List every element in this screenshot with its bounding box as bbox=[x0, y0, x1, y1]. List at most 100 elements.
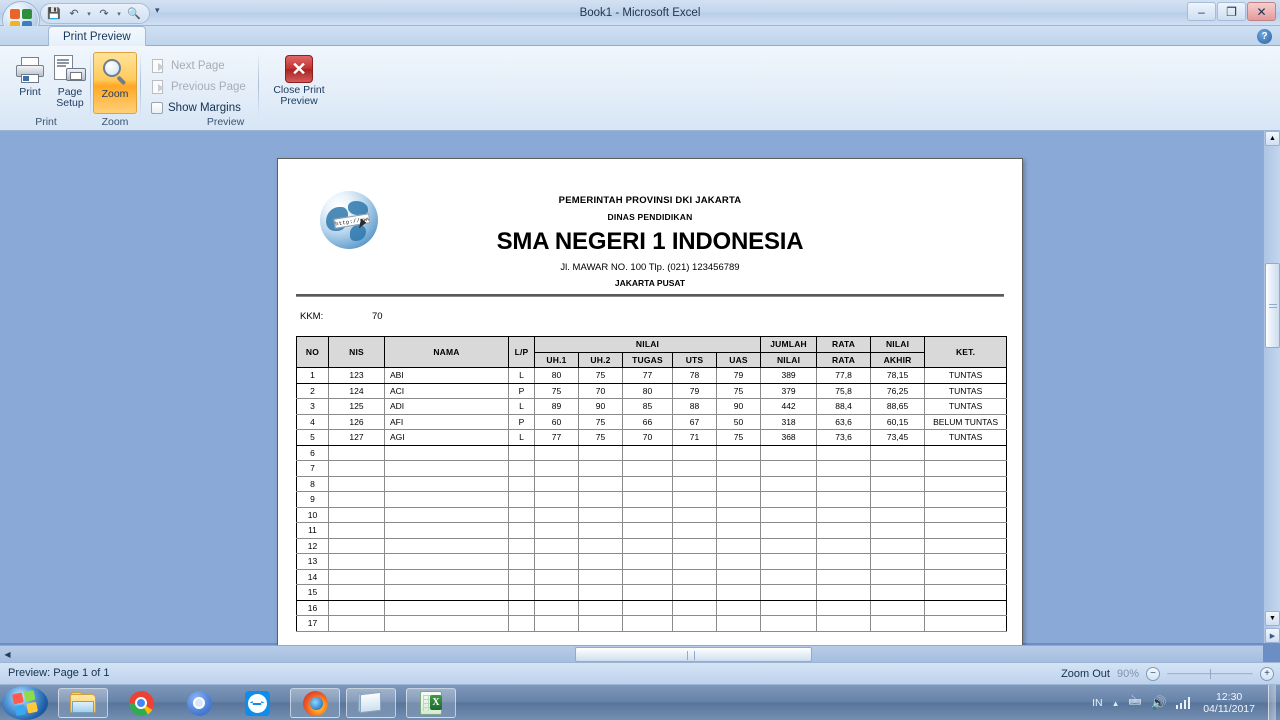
header-row-1: NO NIS NAMA L/P NILAI JUMLAH RATA NILAI … bbox=[296, 336, 1008, 368]
taskbar-firefox[interactable] bbox=[290, 688, 340, 718]
cell-no: 9 bbox=[296, 491, 329, 508]
print-button-label: Print bbox=[19, 86, 41, 98]
cell-ket: BELUM TUNTAS bbox=[924, 413, 1008, 430]
cell-nama bbox=[384, 444, 509, 461]
redo-dropdown-icon[interactable]: ▾ bbox=[115, 10, 123, 18]
taskbar-teamviewer[interactable] bbox=[232, 688, 282, 718]
close-print-preview-button[interactable]: ✕ Close Print Preview bbox=[263, 52, 335, 114]
qat-customize-icon[interactable]: ▾ bbox=[155, 5, 160, 16]
undo-dropdown-icon[interactable]: ▾ bbox=[85, 10, 93, 18]
table-row: 3 125 ADI L 89 90 85 88 90 442 88,4 88,65 TUNTAS bbox=[296, 398, 1008, 415]
preview-canvas[interactable]: http://www PEMERINTAH PROVINSI DKI JAKAR… bbox=[0, 131, 1280, 651]
doc-school-name: SMA NEGERI 1 INDONESIA bbox=[496, 228, 804, 255]
minimize-button[interactable]: – bbox=[1187, 2, 1216, 21]
zoom-minus-button[interactable]: − bbox=[1146, 667, 1160, 681]
cell-jumlah bbox=[760, 553, 818, 570]
cell-uh2: 70 bbox=[578, 382, 623, 399]
th-uh1: UH.1 bbox=[534, 351, 579, 368]
cell-no: 3 bbox=[296, 398, 329, 415]
checkbox-icon[interactable] bbox=[151, 102, 163, 114]
cell-uh2 bbox=[578, 491, 623, 508]
ribbon-group-preview: Next Page Previous Page Show Margins ✕ C… bbox=[143, 48, 325, 129]
taskbar-explorer[interactable] bbox=[58, 688, 108, 718]
cell-nama bbox=[384, 491, 509, 508]
cell-tugas: 70 bbox=[622, 429, 673, 446]
cell-nis: 126 bbox=[328, 413, 385, 430]
cell-tugas: 85 bbox=[622, 398, 673, 415]
close-button[interactable]: ✕ bbox=[1247, 2, 1276, 21]
cell-jumlah: 442 bbox=[760, 398, 818, 415]
start-button[interactable] bbox=[2, 686, 48, 720]
cell-jumlah: 318 bbox=[760, 413, 818, 430]
print-preview-icon[interactable]: 🔍 bbox=[125, 5, 143, 22]
taskbar-excel[interactable]: X bbox=[406, 688, 456, 718]
cell-uh2 bbox=[578, 615, 623, 632]
show-hidden-icons[interactable]: ▲ bbox=[1112, 699, 1120, 708]
clock[interactable]: 12:30 04/11/2017 bbox=[1199, 691, 1259, 715]
cell-ket bbox=[924, 615, 1008, 632]
table-row: 7 bbox=[296, 460, 1008, 477]
scroll-corner-button[interactable]: ▶ bbox=[1265, 628, 1280, 643]
cell-uas bbox=[715, 568, 762, 585]
cell-akhir bbox=[870, 491, 926, 508]
volume-icon[interactable]: 🔊 bbox=[1151, 695, 1167, 711]
preview-page[interactable]: http://www PEMERINTAH PROVINSI DKI JAKAR… bbox=[277, 158, 1023, 651]
cell-rata bbox=[816, 615, 872, 632]
cell-ket bbox=[924, 599, 1008, 616]
restore-button[interactable]: ❐ bbox=[1217, 2, 1246, 21]
redo-icon[interactable]: ↷ bbox=[95, 5, 113, 22]
page-setup-button[interactable]: Page Setup bbox=[44, 52, 96, 114]
grade-table: NO NIS NAMA L/P NILAI JUMLAH RATA NILAI … bbox=[296, 336, 1008, 632]
th-nis: NIS bbox=[328, 336, 385, 368]
language-indicator[interactable]: IN bbox=[1092, 697, 1103, 709]
horizontal-scrollbar[interactable]: ◀ bbox=[0, 645, 1263, 662]
cell-ket bbox=[924, 475, 1008, 492]
cell-lp bbox=[508, 584, 535, 601]
taskbar-chromium[interactable] bbox=[174, 688, 224, 718]
horizontal-scroll-thumb[interactable] bbox=[575, 647, 812, 662]
doc-address: Jl. MAWAR NO. 100 Tlp. (021) 123456789 bbox=[560, 262, 740, 273]
show-margins-checkbox[interactable]: Show Margins bbox=[148, 98, 244, 118]
cell-uts bbox=[672, 584, 717, 601]
scroll-up-button[interactable]: ▲ bbox=[1265, 131, 1280, 146]
zoom-percent[interactable]: 90% bbox=[1117, 668, 1139, 680]
cell-uas bbox=[715, 584, 762, 601]
vertical-scrollbar[interactable]: ▲ ▼ ▶ bbox=[1263, 131, 1280, 643]
page-setup-label-line2: Setup bbox=[56, 97, 84, 109]
table-row: 12 bbox=[296, 537, 1008, 554]
cell-uas bbox=[715, 506, 762, 523]
show-desktop-button[interactable] bbox=[1268, 685, 1276, 720]
network-icon[interactable] bbox=[1175, 697, 1191, 709]
cell-rata: 77,8 bbox=[816, 367, 872, 384]
save-icon[interactable]: 💾 bbox=[45, 5, 63, 22]
taskbar-notepad[interactable] bbox=[346, 688, 396, 718]
cell-uts bbox=[672, 460, 717, 477]
taskbar-chrome[interactable] bbox=[116, 688, 166, 718]
firefox-icon bbox=[302, 690, 328, 716]
help-icon[interactable]: ? bbox=[1257, 29, 1272, 44]
scroll-left-button[interactable]: ◀ bbox=[0, 647, 15, 662]
action-center-icon[interactable]: 🖮 bbox=[1129, 692, 1142, 714]
cell-uas bbox=[715, 553, 762, 570]
cell-nis bbox=[328, 522, 385, 539]
excel-icon: X bbox=[419, 691, 443, 715]
next-page-button: Next Page bbox=[148, 56, 228, 76]
cell-no: 7 bbox=[296, 460, 329, 477]
notepad-icon bbox=[358, 691, 384, 714]
cell-uas bbox=[715, 599, 762, 616]
zoom-button[interactable]: Zoom bbox=[93, 52, 137, 114]
cell-jumlah bbox=[760, 522, 818, 539]
zoom-slider[interactable] bbox=[1167, 667, 1253, 681]
cell-lp bbox=[508, 537, 535, 554]
cell-uts: 71 bbox=[672, 429, 717, 446]
zoom-plus-button[interactable]: + bbox=[1260, 667, 1274, 681]
scroll-down-button[interactable]: ▼ bbox=[1265, 611, 1280, 626]
cell-nis bbox=[328, 599, 385, 616]
cell-uh2 bbox=[578, 444, 623, 461]
zoom-out-label[interactable]: Zoom Out bbox=[1061, 668, 1110, 680]
undo-icon[interactable]: ↶ bbox=[65, 5, 83, 22]
previous-page-label: Previous Page bbox=[171, 81, 246, 93]
cell-akhir bbox=[870, 444, 926, 461]
tab-print-preview[interactable]: Print Preview bbox=[48, 26, 146, 46]
vertical-scroll-thumb[interactable] bbox=[1265, 263, 1280, 348]
